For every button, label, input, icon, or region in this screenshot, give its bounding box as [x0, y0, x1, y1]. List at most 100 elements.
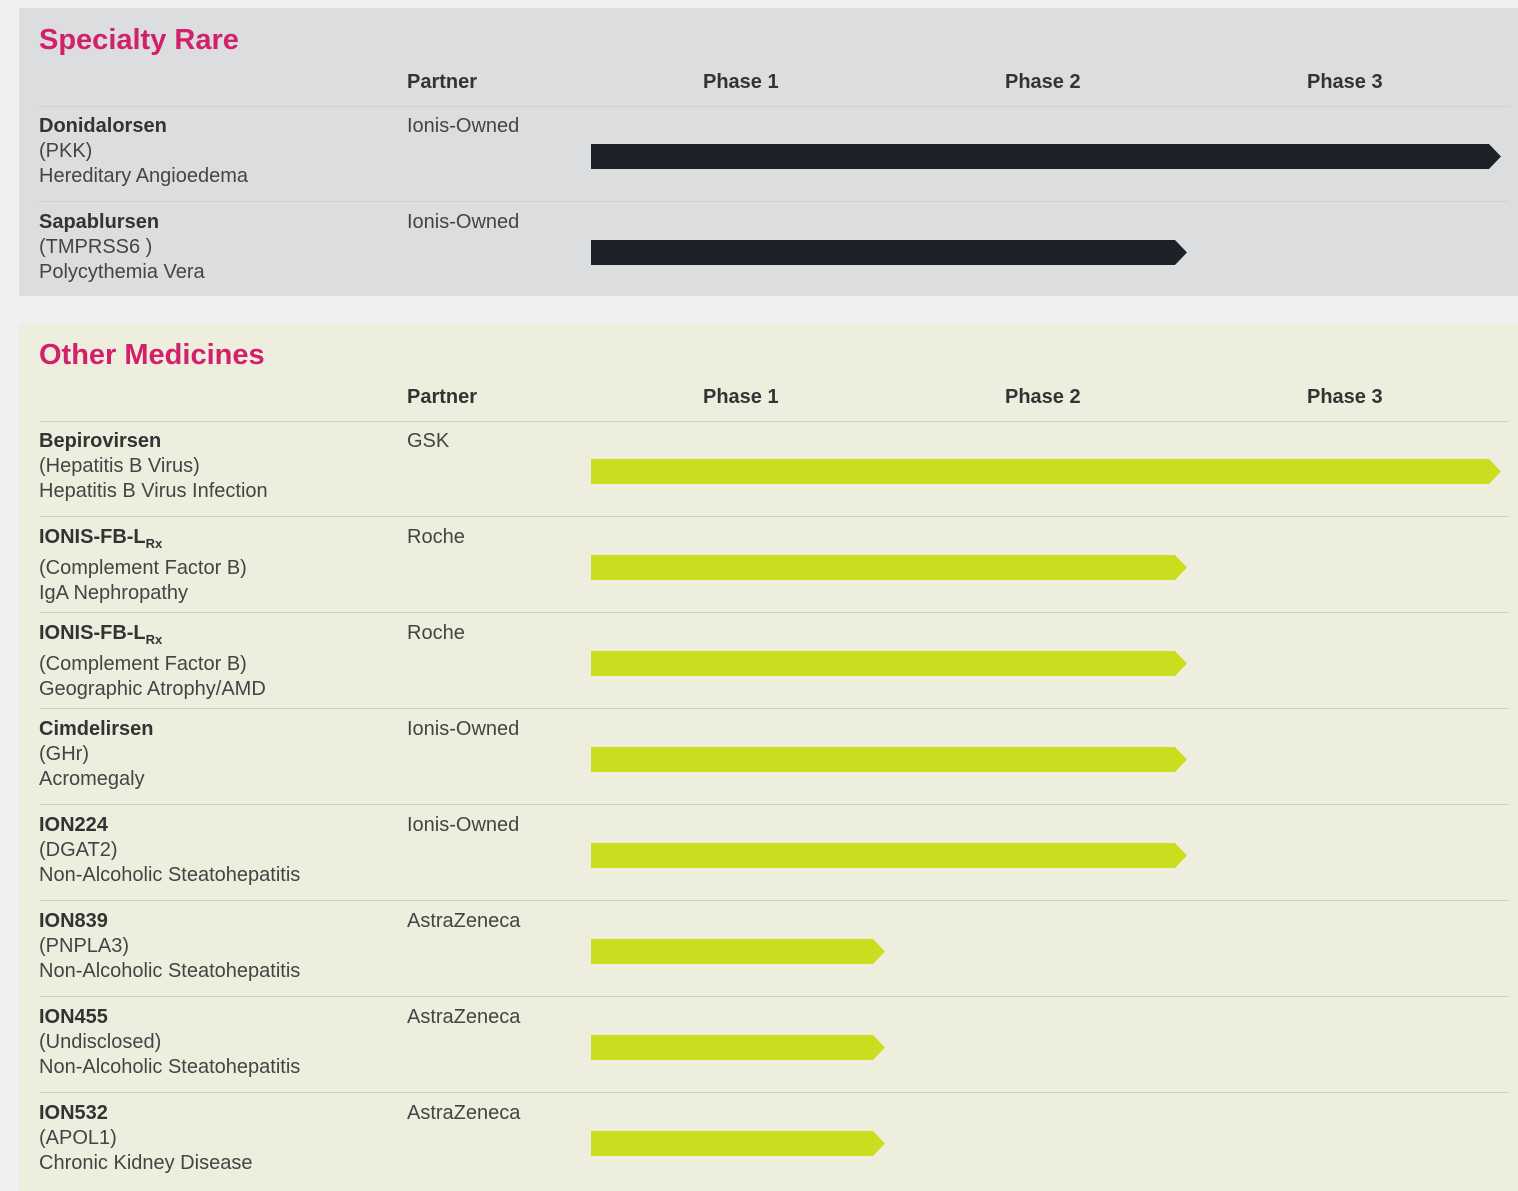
phase-progress-bar — [591, 240, 1187, 265]
table-row: Sapablursen (TMPRSS6 ) Polycythemia Vera Io… — [39, 202, 1509, 298]
phase-progress-bar — [591, 651, 1187, 676]
phase-progress-bar — [591, 459, 1501, 484]
pipeline-page: Specialty Rare Partner Phase 1 Phase 2 P… — [0, 0, 1518, 1191]
drug-name-text: Sapablursen — [39, 211, 160, 233]
drug-name: IONIS-FB-LRx — [39, 621, 266, 652]
phase-1-column-header: Phase 1 — [703, 386, 779, 408]
phase-arrow — [591, 1131, 885, 1156]
partner-name: Ionis-Owned — [407, 211, 520, 233]
phase-arrow — [591, 651, 1187, 676]
drug-indication: Chronic Kidney Disease — [39, 1152, 253, 1174]
drug-target: (PNPLA3) — [39, 935, 130, 957]
drug-name: Bepirovirsen — [39, 429, 268, 454]
phase-arrow-shape — [591, 651, 1187, 676]
specialty-rare-section: Specialty Rare Partner Phase 1 Phase 2 P… — [19, 8, 1518, 296]
drug-target: (APOL1) — [39, 1127, 117, 1149]
partner-name: Ionis-Owned — [407, 115, 520, 137]
drug-name: ION532 — [39, 1101, 252, 1126]
phase-arrow — [591, 555, 1187, 580]
drug-name-text: Cimdelirsen — [39, 718, 154, 740]
phase-arrow-shape — [591, 1131, 885, 1156]
table-row: Bepirovirsen (Hepatitis B Virus) Hepatitis… — [39, 421, 1509, 517]
drug-name-text: Bepirovirsen — [39, 430, 162, 452]
phase-arrow-shape — [591, 459, 1501, 484]
phase-arrow-shape — [591, 1035, 885, 1060]
drug-indication: Acromegaly — [39, 768, 145, 790]
drug-list: Bepirovirsen (Hepatitis B Virus) Hepatitis… — [39, 421, 1509, 1189]
drug-name-text: ION839 — [39, 910, 108, 932]
drug-name-subscript: Rx — [145, 536, 163, 551]
partner-column-header: Partner — [407, 71, 478, 93]
phase-1-column-header: Phase 1 — [703, 71, 779, 93]
partner-name: Ionis-Owned — [407, 718, 520, 740]
phase-2-column-header: Phase 2 — [1005, 386, 1081, 408]
partner-name: Ionis-Owned — [407, 814, 520, 836]
drug-name: Donidalorsen — [39, 114, 248, 139]
partner-name: AstraZeneca — [407, 1102, 521, 1124]
table-row: ION532 (APOL1) Chronic Kidney Disease Astra… — [39, 1093, 1509, 1189]
drug-name: IONIS-FB-LRx — [39, 525, 247, 556]
drug-target: (DGAT2) — [39, 839, 118, 861]
drug-indication: Non-Alcoholic Steatohepatitis — [39, 960, 301, 982]
phase-arrow — [591, 240, 1187, 265]
phase-arrow — [591, 1035, 885, 1060]
drug-info: Cimdelirsen (GHr) Acromegaly — [39, 717, 153, 792]
drug-indication: IgA Nephropathy — [39, 582, 188, 604]
drug-target: (Undisclosed) — [39, 1031, 162, 1053]
drug-indication: Hereditary Angioedema — [39, 165, 249, 187]
phase-3-column-header: Phase 3 — [1307, 386, 1383, 408]
phase-arrow — [591, 843, 1187, 868]
phase-arrow — [591, 939, 885, 964]
other-medicines-section: Other Medicines Partner Phase 1 Phase 2 … — [19, 323, 1518, 1191]
phase-arrow-shape — [591, 144, 1501, 169]
drug-name: ION455 — [39, 1005, 300, 1030]
drug-name-text: ION455 — [39, 1006, 108, 1028]
drug-info: Donidalorsen (PKK) Hereditary Angioedema — [39, 114, 248, 189]
drug-indication: Non-Alcoholic Steatohepatitis — [39, 1056, 301, 1078]
drug-name-text: ION532 — [39, 1102, 108, 1124]
drug-name: ION224 — [39, 813, 300, 838]
drug-info: Bepirovirsen (Hepatitis B Virus) Hepatitis… — [39, 429, 268, 504]
phase-arrow-shape — [591, 843, 1187, 868]
phase-3-column-header: Phase 3 — [1307, 71, 1383, 93]
drug-info: ION455 (Undisclosed) Non-Alcoholic Steatoh… — [39, 1005, 300, 1080]
partner-name: GSK — [407, 430, 450, 452]
table-row: ION455 (Undisclosed) Non-Alcoholic Steatoh… — [39, 997, 1509, 1093]
phase-arrow — [591, 459, 1501, 484]
drug-target: (Hepatitis B Virus) — [39, 455, 200, 477]
drug-info: Sapablursen (TMPRSS6 ) Polycythemia Vera — [39, 210, 205, 285]
drug-name: Sapablursen — [39, 210, 205, 235]
drug-info: IONIS-FB-LRx (Complement Factor B) Geograp… — [39, 621, 266, 702]
phase-progress-bar — [591, 1035, 885, 1060]
phase-arrow — [591, 747, 1187, 772]
phase-progress-bar — [591, 555, 1187, 580]
table-row: Donidalorsen (PKK) Hereditary Angioedema Io… — [39, 106, 1509, 202]
phase-arrow — [591, 144, 1501, 169]
phase-progress-bar — [591, 144, 1501, 169]
drug-name-text: ION224 — [39, 814, 108, 836]
partner-name: AstraZeneca — [407, 910, 521, 932]
drug-info: ION532 (APOL1) Chronic Kidney Disease — [39, 1101, 252, 1176]
drug-name: ION839 — [39, 909, 300, 934]
drug-target: (Complement Factor B) — [39, 653, 247, 675]
partner-name: AstraZeneca — [407, 1006, 521, 1028]
drug-indication: Polycythemia Vera — [39, 261, 205, 283]
phase-arrow-shape — [591, 939, 885, 964]
phase-progress-bar — [591, 939, 885, 964]
phase-arrow-shape — [591, 555, 1187, 580]
drug-name: Cimdelirsen — [39, 717, 153, 742]
table-row: ION224 (DGAT2) Non-Alcoholic Steatohepatit… — [39, 805, 1509, 901]
table-row: IONIS-FB-LRx (Complement Factor B) Geograp… — [39, 613, 1509, 709]
column-header-row: Partner Phase 1 Phase 2 Phase 3 — [39, 385, 1509, 422]
phase-progress-bar — [591, 1131, 885, 1156]
drug-list: Donidalorsen (PKK) Hereditary Angioedema Io… — [39, 106, 1509, 298]
drug-name-subscript: Rx — [145, 632, 163, 647]
section-title: Specialty Rare — [39, 24, 239, 56]
drug-info: IONIS-FB-LRx (Complement Factor B) IgA Nep… — [39, 525, 247, 606]
drug-indication: Geographic Atrophy/AMD — [39, 678, 266, 700]
drug-target: (GHr) — [39, 743, 89, 765]
drug-info: ION224 (DGAT2) Non-Alcoholic Steatohepatit… — [39, 813, 300, 888]
drug-indication: Non-Alcoholic Steatohepatitis — [39, 864, 301, 886]
phase-arrow-shape — [591, 747, 1187, 772]
drug-target: (TMPRSS6 ) — [39, 236, 153, 258]
